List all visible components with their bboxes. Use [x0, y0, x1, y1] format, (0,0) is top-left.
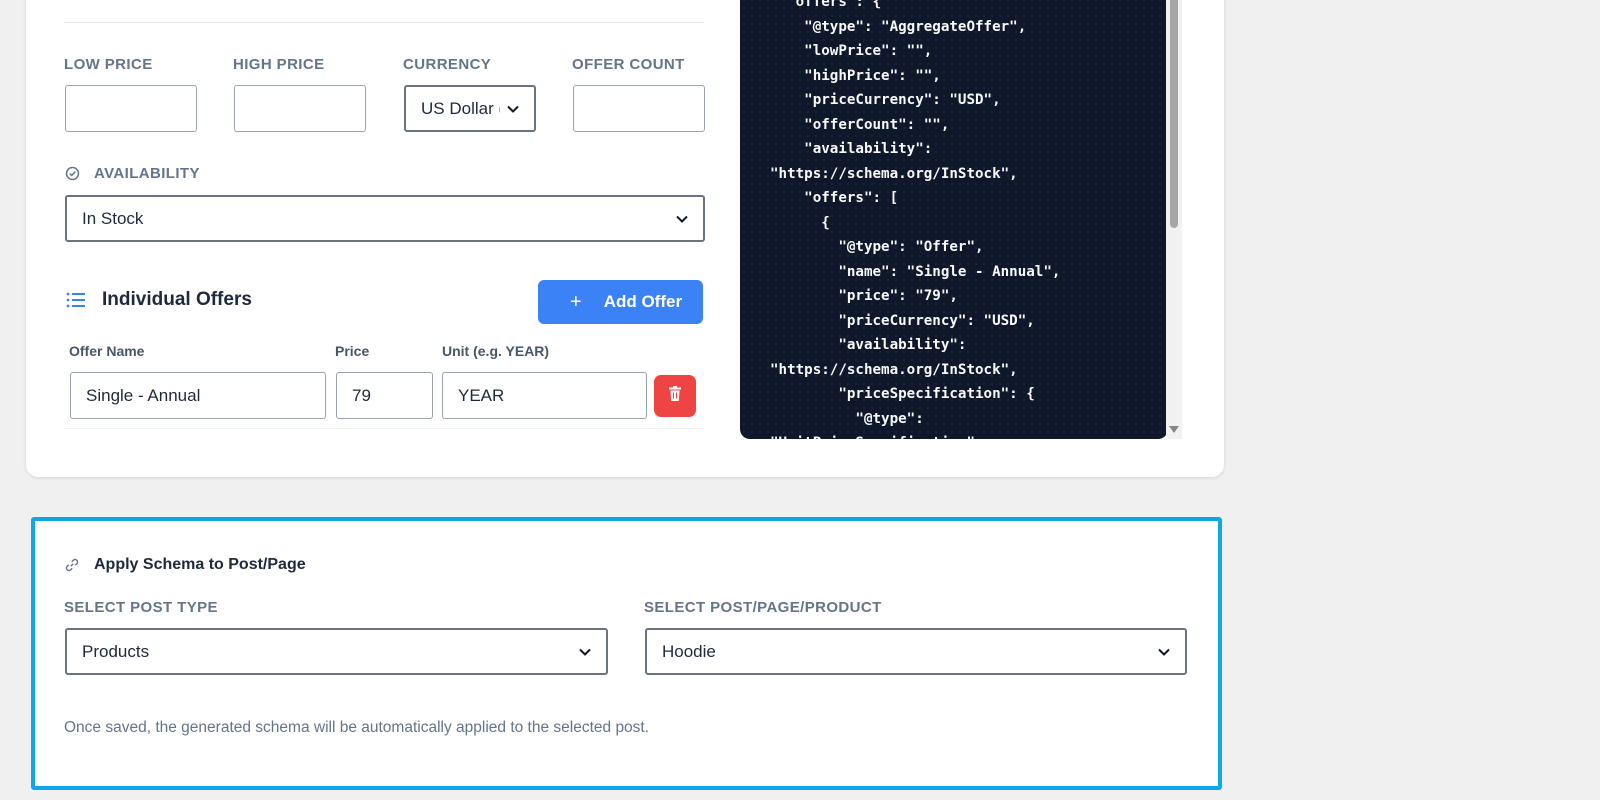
- apply-schema-note: Once saved, the generated schema will be…: [64, 719, 650, 736]
- add-offer-label: Add Offer: [603, 292, 683, 311]
- chevron-down-icon: [675, 212, 689, 226]
- row-divider: [64, 428, 704, 429]
- unit-column-label: Unit (e.g. YEAR): [442, 343, 550, 359]
- section-divider: [64, 22, 704, 23]
- post-type-label: SELECT POST TYPE: [64, 599, 218, 616]
- link-icon: [65, 558, 79, 572]
- offer-count-input[interactable]: [573, 85, 705, 132]
- post-value: Hoodie: [662, 641, 716, 661]
- currency-select[interactable]: US Dollar (USD): [404, 85, 536, 132]
- offer-count-label: OFFER COUNT: [572, 56, 685, 73]
- trash-icon: [669, 386, 681, 406]
- post-select[interactable]: Hoodie: [645, 628, 1187, 675]
- offer-unit-input[interactable]: YEAR: [442, 372, 647, 419]
- price-column-label: Price: [335, 343, 370, 359]
- apply-schema-title: Apply Schema to Post/Page: [94, 556, 306, 573]
- schema-code-preview[interactable]: "offers": { "@type": "AggregateOffer", "…: [740, 0, 1168, 439]
- list-icon: [66, 291, 86, 309]
- currency-value: US Dollar (USD): [421, 98, 500, 118]
- low-price-input[interactable]: [65, 85, 197, 132]
- delete-offer-button[interactable]: [654, 375, 696, 417]
- scrollbar-thumb[interactable]: [1170, 0, 1178, 228]
- code-scrollbar[interactable]: [1166, 0, 1182, 439]
- chevron-down-icon: [506, 102, 520, 116]
- currency-label: CURRENCY: [403, 56, 492, 73]
- offer-price-input[interactable]: 79: [336, 372, 433, 419]
- chevron-down-icon: [578, 645, 592, 659]
- availability-select[interactable]: In Stock: [65, 195, 705, 242]
- individual-offers-title: Individual Offers: [102, 289, 252, 310]
- availability-value: In Stock: [82, 208, 144, 228]
- high-price-input[interactable]: [234, 85, 366, 132]
- high-price-label: HIGH PRICE: [233, 56, 325, 73]
- offer-name-column-label: Offer Name: [69, 343, 145, 359]
- scroll-down-arrow-icon[interactable]: [1169, 426, 1179, 433]
- add-offer-button[interactable]: + Add Offer: [538, 280, 703, 324]
- post-type-select[interactable]: Products: [65, 628, 608, 675]
- chevron-down-icon: [1157, 645, 1171, 659]
- plus-icon: +: [570, 290, 582, 313]
- low-price-label: LOW PRICE: [64, 56, 153, 73]
- offer-name-input[interactable]: Single - Annual: [70, 372, 326, 419]
- post-type-value: Products: [82, 641, 150, 661]
- schema-code-text: "offers": { "@type": "AggregateOffer", "…: [770, 0, 1061, 439]
- post-select-label: SELECT POST/PAGE/PRODUCT: [644, 599, 882, 616]
- check-circle-icon: [65, 166, 80, 181]
- availability-label: AVAILABILITY: [94, 165, 200, 182]
